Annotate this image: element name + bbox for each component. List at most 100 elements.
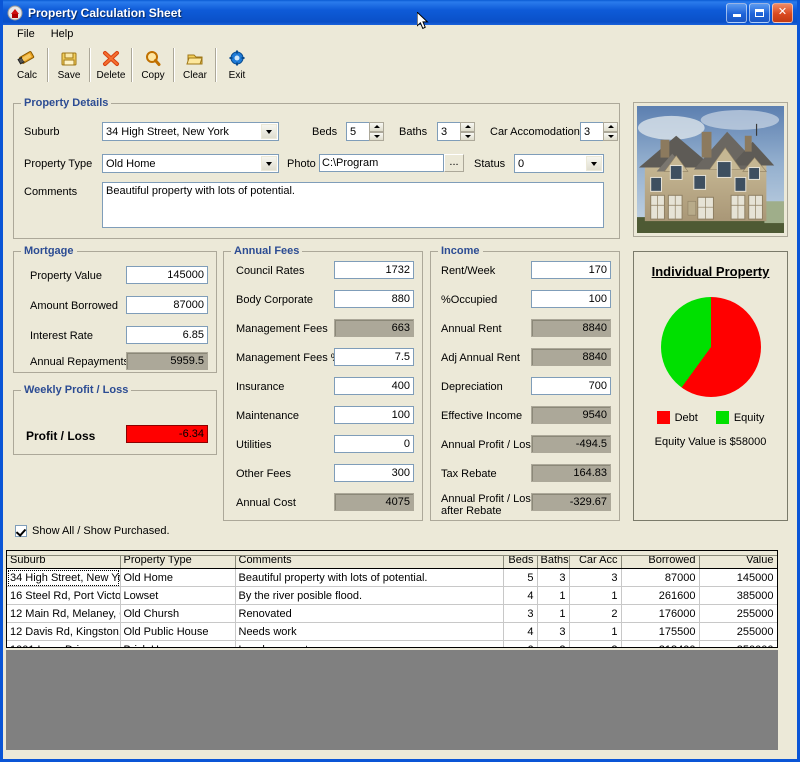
table-cell[interactable]: Old Home — [120, 569, 235, 587]
table-row[interactable]: 16 Steel Rd, Port VictoriLowsetBy the ri… — [7, 587, 777, 605]
table-cell[interactable]: 12 Davis Rd, Kingston, ( — [7, 623, 120, 641]
maximize-button[interactable] — [749, 3, 770, 23]
car-spin-up[interactable] — [603, 122, 618, 132]
beds-spin-buttons[interactable] — [369, 122, 384, 141]
table-cell[interactable]: 3 — [537, 569, 569, 587]
depreciation-field[interactable]: 700 — [531, 377, 611, 395]
calc-button[interactable]: Calc — [9, 46, 45, 84]
table-cell[interactable]: Brick House — [120, 641, 235, 649]
table-cell[interactable]: 385000 — [699, 587, 777, 605]
properties-grid[interactable]: SuburbProperty TypeCommentsBedsBathsCar … — [6, 550, 778, 648]
pie-chart-wrapper — [634, 297, 787, 397]
table-cell[interactable]: 255000 — [699, 605, 777, 623]
clear-button[interactable]: Clear — [177, 46, 213, 84]
table-cell[interactable]: Lovely property. — [235, 641, 503, 649]
car-spin-buttons[interactable] — [603, 122, 618, 141]
chevron-down-icon[interactable] — [261, 156, 277, 171]
table-cell[interactable]: 3 — [503, 605, 537, 623]
comments-textarea[interactable] — [102, 182, 604, 228]
table-cell[interactable]: Renovated — [235, 605, 503, 623]
table-cell[interactable]: 3 — [537, 623, 569, 641]
interest-rate-field[interactable]: 6.85 — [126, 326, 208, 344]
table-cell[interactable]: 176000 — [621, 605, 699, 623]
minimize-button[interactable] — [726, 3, 747, 23]
baths-spin-down[interactable] — [460, 132, 475, 142]
table-cell[interactable]: 175500 — [621, 623, 699, 641]
table-cell[interactable]: 2 — [537, 641, 569, 649]
table-cell[interactable]: 1 — [537, 605, 569, 623]
window-title: Property Calculation Sheet — [28, 6, 726, 20]
table-cell[interactable]: Old Public House — [120, 623, 235, 641]
beds-spin-down[interactable] — [369, 132, 384, 142]
table-cell[interactable]: 218400 — [621, 641, 699, 649]
table-cell[interactable]: 261600 — [621, 587, 699, 605]
table-cell[interactable]: Old Chursh — [120, 605, 235, 623]
table-cell[interactable]: 6 — [503, 641, 537, 649]
management-fees-percent-field[interactable]: 7.5 — [334, 348, 414, 366]
rent-per-week-field[interactable]: 170 — [531, 261, 611, 279]
amount-borrowed-field[interactable]: 87000 — [126, 296, 208, 314]
table-cell[interactable]: 1 — [537, 587, 569, 605]
legend-swatch-debt — [657, 411, 670, 424]
baths-stepper[interactable]: 3 — [437, 122, 461, 141]
table-cell[interactable]: 5 — [503, 569, 537, 587]
title-bar[interactable]: Property Calculation Sheet ✕ — [3, 0, 797, 25]
menu-item-file[interactable]: File — [9, 27, 43, 41]
table-cell[interactable]: 1 — [569, 587, 621, 605]
table-cell[interactable]: 34 High Street, New Yor — [7, 569, 120, 587]
menu-item-help[interactable]: Help — [43, 27, 82, 41]
table-row[interactable]: 1001 Long DriveBrick HouseLovely propert… — [7, 641, 777, 649]
photo-browse-button[interactable]: ... — [444, 154, 464, 172]
beds-stepper[interactable]: 5 — [346, 122, 370, 141]
show-all-checkbox-row[interactable]: Show All / Show Purchased. — [15, 525, 170, 537]
table-cell[interactable]: 350000 — [699, 641, 777, 649]
insurance-field[interactable]: 400 — [334, 377, 414, 395]
photo-path-field[interactable]: C:\Program Files\Property M — [319, 154, 444, 172]
calculator-icon — [16, 49, 38, 69]
delete-button[interactable]: Delete — [93, 46, 129, 84]
baths-spin-up[interactable] — [460, 122, 475, 132]
percent-occupied-field[interactable]: 100 — [531, 290, 611, 308]
table-cell[interactable]: Needs work — [235, 623, 503, 641]
table-cell[interactable]: 2 — [569, 605, 621, 623]
baths-spin-buttons[interactable] — [460, 122, 475, 141]
table-cell[interactable]: 12 Main Rd, Melaney, Q — [7, 605, 120, 623]
table-row[interactable]: 12 Main Rd, Melaney, QOld ChurshRenovate… — [7, 605, 777, 623]
body-corporate-field[interactable]: 880 — [334, 290, 414, 308]
table-cell[interactable]: By the river posible flood. — [235, 587, 503, 605]
car-accommodation-stepper[interactable]: 3 — [580, 122, 604, 141]
beds-spin-up[interactable] — [369, 122, 384, 132]
table-cell[interactable]: 145000 — [699, 569, 777, 587]
table-cell[interactable]: 255000 — [699, 623, 777, 641]
chevron-down-icon[interactable] — [261, 124, 277, 139]
table-cell[interactable]: Lowset — [120, 587, 235, 605]
table-cell[interactable]: 1001 Long Drive — [7, 641, 120, 649]
suburb-combobox[interactable]: 34 High Street, New York — [102, 122, 279, 141]
chevron-down-icon[interactable] — [586, 156, 602, 171]
property-type-combobox[interactable]: Old Home — [102, 154, 279, 173]
status-combobox[interactable]: 0 — [514, 154, 604, 173]
save-button[interactable]: Save — [51, 46, 87, 84]
exit-gear-icon — [226, 49, 248, 69]
other-fees-field[interactable]: 300 — [334, 464, 414, 482]
table-row[interactable]: 34 High Street, New YorOld HomeBeautiful… — [7, 569, 777, 587]
car-spin-down[interactable] — [603, 132, 618, 142]
table-cell[interactable]: 2 — [569, 641, 621, 649]
maintenance-field[interactable]: 100 — [334, 406, 414, 424]
chart-title: Individual Property — [634, 264, 787, 279]
table-cell[interactable]: 3 — [569, 569, 621, 587]
table-cell[interactable]: Beautiful property with lots of potentia… — [235, 569, 503, 587]
table-cell[interactable]: 16 Steel Rd, Port Victori — [7, 587, 120, 605]
close-button[interactable]: ✕ — [772, 3, 793, 23]
utilities-field[interactable]: 0 — [334, 435, 414, 453]
show-all-checkbox[interactable] — [15, 525, 27, 537]
exit-button[interactable]: Exit — [219, 46, 255, 84]
table-cell[interactable]: 1 — [569, 623, 621, 641]
property-value-field[interactable]: 145000 — [126, 266, 208, 284]
table-row[interactable]: 12 Davis Rd, Kingston, (Old Public House… — [7, 623, 777, 641]
copy-button[interactable]: Copy — [135, 46, 171, 84]
table-cell[interactable]: 4 — [503, 587, 537, 605]
council-rates-field[interactable]: 1732 — [334, 261, 414, 279]
table-cell[interactable]: 87000 — [621, 569, 699, 587]
table-cell[interactable]: 4 — [503, 623, 537, 641]
